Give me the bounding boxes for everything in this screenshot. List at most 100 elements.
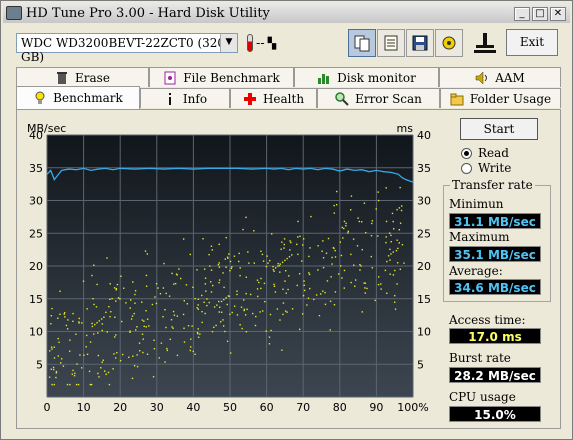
access-time-point (178, 268, 180, 270)
access-time-point (308, 272, 310, 274)
eject-icon[interactable] (471, 29, 499, 57)
access-time-point (227, 295, 230, 297)
tab-health[interactable]: Health (230, 88, 317, 108)
access-time-point (334, 256, 337, 258)
start-button[interactable]: Start (460, 118, 538, 140)
exit-button[interactable]: Exit (506, 29, 558, 56)
access-time-point (197, 328, 199, 330)
access-time-point (371, 222, 373, 225)
access-time-point (136, 365, 139, 368)
access-time-point (117, 297, 120, 299)
access-time-point (350, 253, 352, 256)
read-radio-dot[interactable] (461, 147, 472, 159)
access-time-point (131, 315, 134, 317)
access-time-point (168, 295, 171, 297)
access-time-point (109, 298, 111, 301)
write-radio-dot[interactable] (461, 162, 472, 174)
access-time-point (72, 312, 74, 315)
access-time-point (115, 300, 117, 302)
access-time-point (236, 290, 238, 292)
access-time-point (211, 330, 214, 333)
access-time-point (288, 275, 290, 277)
drive-select[interactable]: WDC WD3200BEVT-22ZCT0 (320 GB) ▼ (16, 33, 238, 64)
access-time-point (253, 262, 256, 264)
access-time-point (67, 319, 69, 321)
access-time-point (322, 290, 324, 292)
minimize-button[interactable]: _ (514, 7, 530, 21)
access-time-point (145, 285, 148, 287)
access-time-point (106, 257, 108, 259)
options-icon[interactable] (435, 29, 463, 57)
tab-error-scan[interactable]: Error Scan (317, 88, 440, 108)
access-time-point (298, 328, 301, 331)
tab-aam[interactable]: AAM (439, 67, 561, 87)
access-time-point (153, 339, 155, 341)
tab-info[interactable]: Info (140, 88, 230, 108)
chevron-down-icon[interactable]: ▼ (220, 34, 237, 52)
access-time-point (241, 327, 243, 330)
access-time-point (120, 275, 122, 277)
access-time-point (183, 327, 185, 329)
access-time-point (364, 287, 366, 289)
tab-benchmark[interactable]: Benchmark (16, 86, 140, 109)
tab-file-benchmark[interactable]: File Benchmark (149, 67, 294, 87)
access-time-point (322, 240, 324, 242)
access-time-point (75, 383, 78, 386)
access-time-point (260, 277, 262, 280)
close-button[interactable]: ✕ (550, 7, 566, 21)
access-time-point (308, 287, 311, 290)
access-time-point (141, 333, 144, 335)
access-time-point (131, 377, 134, 380)
access-time-point (385, 236, 387, 238)
access-time-point (284, 280, 286, 282)
access-time-point (78, 317, 80, 320)
y-tick-label-left: 30 (29, 195, 43, 208)
access-time-point (96, 322, 98, 324)
access-time-point (96, 283, 98, 286)
access-time-point (343, 220, 346, 223)
access-time-point (284, 310, 287, 312)
access-time-point (66, 383, 69, 386)
access-time-point (278, 265, 281, 267)
access-time-point (296, 243, 298, 246)
access-time-point (48, 376, 51, 378)
access-time-point (77, 383, 80, 386)
copy-icon[interactable] (348, 29, 376, 57)
access-time-point (262, 260, 265, 262)
access-time-point (256, 279, 259, 281)
access-time-point (392, 220, 394, 223)
access-time-point (337, 273, 340, 275)
tab-erase[interactable]: Erase (16, 67, 149, 87)
write-radio[interactable]: Write (461, 161, 511, 175)
access-time-point (403, 262, 405, 264)
access-time-point (142, 351, 144, 354)
access-time-point (129, 307, 131, 309)
access-time-point (302, 294, 305, 297)
tab-disk-monitor[interactable]: Disk monitor (294, 67, 439, 87)
access-time-point (197, 298, 200, 300)
access-time-point (303, 280, 305, 282)
y-tick-label-left: 15 (29, 293, 43, 306)
maximize-button[interactable]: □ (532, 7, 548, 21)
access-time-point (115, 289, 117, 291)
access-time-point (297, 236, 299, 238)
access-time-point (380, 288, 382, 290)
access-time-point (143, 320, 145, 322)
tab-folder-usage[interactable]: Folder Usage (440, 88, 561, 108)
notes-icon[interactable] (377, 29, 405, 57)
access-time-point (133, 312, 135, 315)
access-time-point (141, 301, 143, 303)
read-radio[interactable]: Read (461, 146, 509, 160)
access-time-point (231, 311, 233, 314)
access-time-point (134, 329, 137, 331)
access-time-point (239, 324, 241, 326)
access-time-point (192, 350, 194, 353)
access-time-point (114, 336, 116, 338)
y-tick-label-left: 20 (29, 260, 43, 273)
access-time-point (203, 268, 206, 270)
access-time-point (52, 366, 55, 369)
save-icon[interactable] (406, 29, 434, 57)
access-time-point (76, 363, 78, 365)
access-time-point (286, 311, 288, 313)
access-time-point (303, 289, 306, 292)
